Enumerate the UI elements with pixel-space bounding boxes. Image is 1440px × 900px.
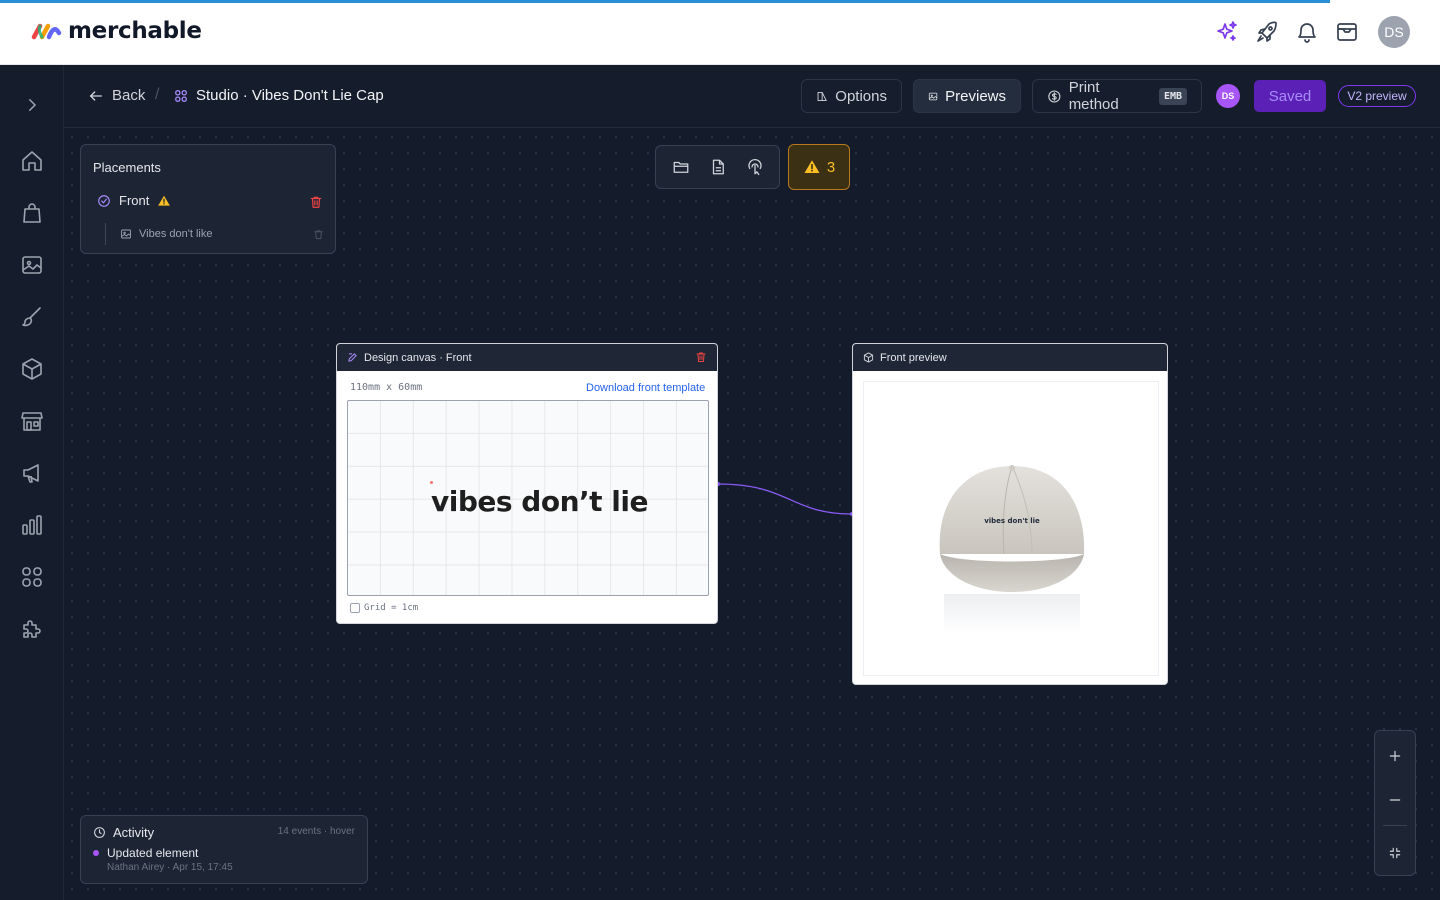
brand-logo[interactable]: merchable bbox=[31, 18, 202, 44]
cap-embroidery-text: vibes don't lie bbox=[984, 517, 1040, 525]
shopping-bag-icon[interactable] bbox=[20, 201, 44, 225]
print-method-badge: EMB bbox=[1158, 87, 1187, 105]
top-actions: DS bbox=[1214, 16, 1410, 48]
design-canvas-title: Design canvas · Front bbox=[364, 351, 472, 364]
saved-button[interactable]: Saved bbox=[1254, 80, 1326, 112]
bar-chart-icon[interactable] bbox=[20, 513, 44, 537]
touch-select-icon[interactable] bbox=[741, 153, 769, 181]
grid-toggle[interactable]: Grid = 1cm bbox=[350, 603, 418, 613]
puzzle-icon[interactable] bbox=[20, 617, 44, 641]
back-label: Back bbox=[112, 87, 146, 104]
breadcrumb-separator: / bbox=[155, 86, 160, 103]
arrow-left-icon bbox=[89, 90, 102, 101]
grid-checkbox[interactable] bbox=[350, 603, 360, 613]
studio-grid-icon bbox=[175, 89, 187, 102]
delete-placement-icon[interactable] bbox=[309, 195, 323, 214]
bell-icon[interactable] bbox=[1294, 19, 1320, 45]
file-icon[interactable] bbox=[704, 153, 732, 181]
brand-name: merchable bbox=[68, 18, 202, 44]
preview-header[interactable]: Front preview bbox=[853, 344, 1167, 371]
design-canvas-header[interactable]: Design canvas · Front bbox=[337, 344, 717, 371]
delete-element-icon[interactable] bbox=[313, 227, 324, 245]
activity-title-text: Activity bbox=[113, 825, 155, 840]
image-icon bbox=[928, 92, 938, 100]
ai-sparkles-icon[interactable] bbox=[1214, 19, 1240, 45]
inbox-icon[interactable] bbox=[1334, 19, 1360, 45]
download-template-link[interactable]: Download front template bbox=[586, 382, 705, 394]
top-bar: merchable DS bbox=[0, 0, 1440, 65]
activity-title: Activity bbox=[93, 825, 154, 840]
canvas-toolbar bbox=[655, 145, 780, 189]
placement-label: Front bbox=[119, 193, 150, 208]
page-title-text: Studio · Vibes Don't Lie Cap bbox=[196, 87, 384, 104]
print-method-label: Print method bbox=[1068, 79, 1119, 113]
preview-title: Front preview bbox=[880, 351, 947, 364]
loading-progress-bar bbox=[0, 0, 1330, 3]
placements-title: Placements bbox=[93, 160, 161, 175]
placement-child-label: Vibes don't like bbox=[139, 228, 213, 240]
options-button[interactable]: Options bbox=[801, 79, 902, 113]
dollar-circle-icon bbox=[1048, 89, 1061, 103]
sidebar bbox=[0, 65, 64, 900]
grid-label: Grid = 1cm bbox=[364, 603, 419, 613]
warning-icon bbox=[158, 195, 171, 206]
merchable-logo-icon bbox=[31, 23, 62, 40]
check-circle-icon bbox=[98, 194, 110, 207]
clock-icon bbox=[94, 827, 105, 838]
activity-dot bbox=[93, 850, 99, 856]
cap-illustration: vibes don't lie bbox=[939, 465, 1085, 634]
back-button[interactable]: Back bbox=[88, 87, 145, 104]
print-method-button[interactable]: Print method EMB bbox=[1032, 79, 1202, 113]
placement-child-item[interactable]: Vibes don't like bbox=[105, 223, 212, 245]
warning-count: 3 bbox=[826, 158, 836, 176]
warning-icon bbox=[804, 160, 820, 173]
page-title: Studio · Vibes Don't Lie Cap bbox=[174, 87, 384, 104]
activity-event: Updated element bbox=[93, 846, 198, 860]
placements-panel: Placements Front Vibes don't like bbox=[80, 144, 336, 254]
placement-item-front[interactable]: Front bbox=[97, 193, 171, 208]
zoom-in-icon[interactable] bbox=[1375, 736, 1415, 776]
image-icon[interactable] bbox=[20, 253, 44, 277]
cap-preview-image: vibes don't lie bbox=[863, 381, 1159, 676]
folder-icon[interactable] bbox=[667, 153, 695, 181]
zoom-divider bbox=[1383, 825, 1407, 826]
zoom-controls bbox=[1374, 730, 1416, 876]
image-icon bbox=[121, 229, 131, 239]
edit-icon bbox=[348, 353, 357, 362]
front-preview-node[interactable]: Front preview vibes don't lie bbox=[852, 343, 1168, 685]
fit-view-icon[interactable] bbox=[1375, 833, 1415, 873]
options-label: Options bbox=[835, 87, 887, 105]
activity-meta: 14 events · hover bbox=[277, 826, 355, 837]
cube-icon bbox=[863, 352, 874, 363]
megaphone-icon[interactable] bbox=[20, 461, 44, 485]
activity-panel[interactable]: Activity 14 events · hover Updated eleme… bbox=[80, 815, 368, 884]
activity-event-meta: Nathan Airey · Apr 15, 17:45 bbox=[107, 862, 233, 873]
anchor-handle[interactable] bbox=[430, 481, 433, 484]
home-icon[interactable] bbox=[20, 149, 44, 173]
expand-sidebar-chevron-icon[interactable] bbox=[20, 93, 44, 117]
options-icon bbox=[817, 91, 827, 101]
previews-label: Previews bbox=[945, 87, 1006, 105]
user-avatar[interactable]: DS bbox=[1378, 16, 1410, 48]
previews-button[interactable]: Previews bbox=[913, 79, 1021, 113]
apps-grid-icon[interactable] bbox=[20, 565, 44, 589]
zoom-out-icon[interactable] bbox=[1375, 780, 1415, 820]
brush-icon[interactable] bbox=[20, 305, 44, 329]
design-canvas-node[interactable]: Design canvas · Front 110mm x 60mm Downl… bbox=[336, 343, 718, 624]
design-grid[interactable]: vibes don’t lie bbox=[347, 400, 709, 596]
canvas-dimensions: 110mm x 60mm bbox=[350, 382, 423, 393]
studio-header: Back / Studio · Vibes Don't Lie Cap Opti… bbox=[64, 65, 1440, 128]
v2-preview-badge[interactable]: V2 preview bbox=[1338, 85, 1416, 107]
collaborator-avatar[interactable]: DS bbox=[1216, 84, 1240, 108]
activity-event-text: Updated element bbox=[107, 846, 199, 860]
store-icon[interactable] bbox=[20, 409, 44, 433]
rocket-icon[interactable] bbox=[1254, 19, 1280, 45]
artwork-text[interactable]: vibes don’t lie bbox=[431, 485, 648, 518]
box-icon[interactable] bbox=[20, 357, 44, 381]
warnings-button[interactable]: 3 bbox=[788, 144, 850, 190]
delete-node-icon[interactable] bbox=[695, 351, 707, 366]
